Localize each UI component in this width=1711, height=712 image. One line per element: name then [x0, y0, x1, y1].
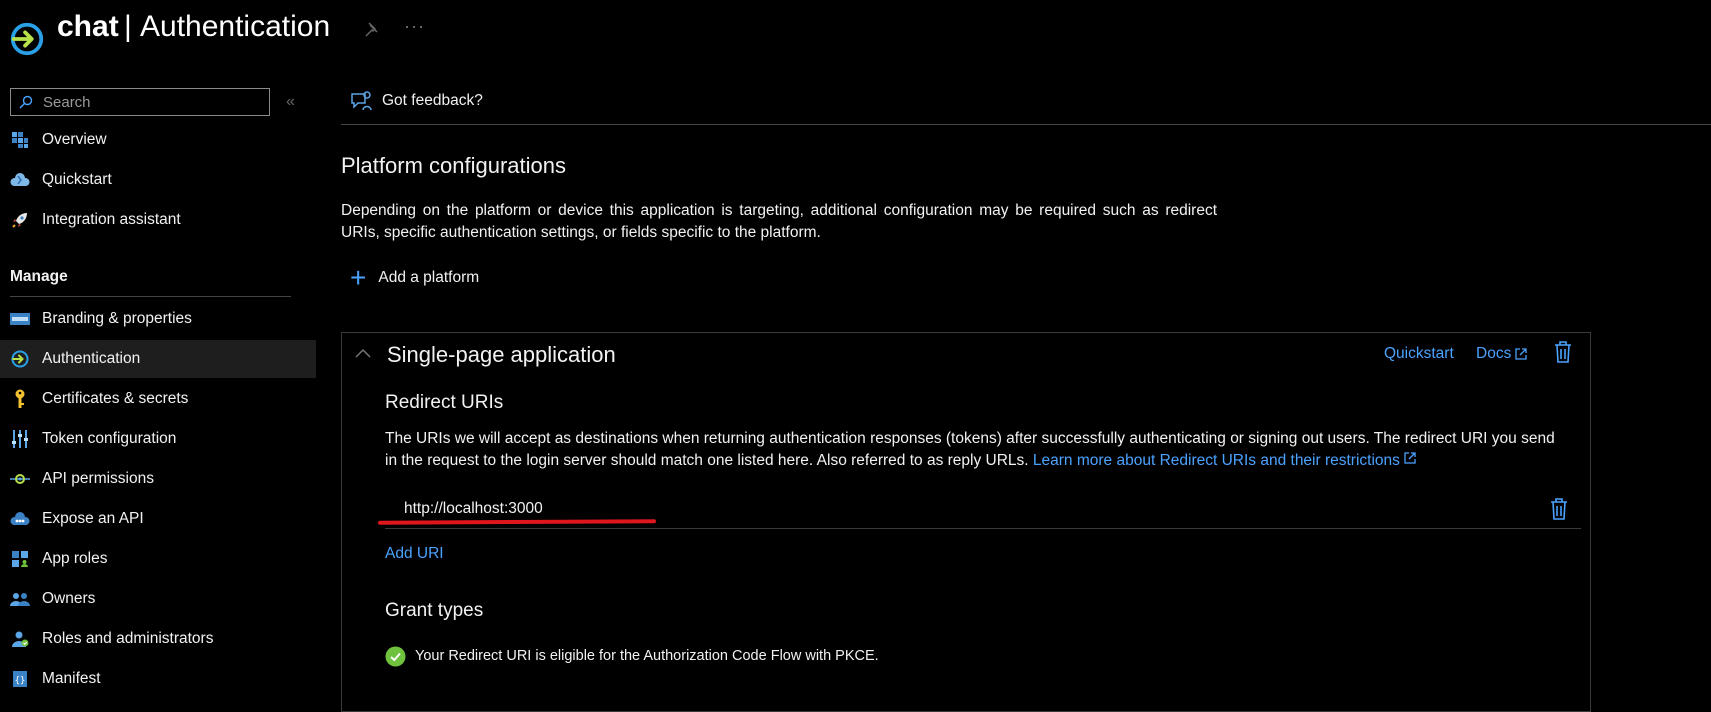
redirect-uri-value[interactable]: http://localhost:3000 — [404, 500, 543, 518]
sidebar-item-label: Quickstart — [42, 171, 112, 188]
sidebar-item-integration-assistant[interactable]: Integration assistant — [0, 201, 316, 239]
sidebar-item-quickstart[interactable]: Quickstart — [0, 161, 316, 199]
title-separator: | — [124, 10, 132, 43]
sidebar-item-label: Owners — [42, 590, 96, 607]
sidebar-item-owners[interactable]: Owners — [0, 580, 316, 618]
sliders-icon — [10, 429, 30, 449]
key-icon — [10, 389, 30, 409]
add-platform-label: Add a platform — [378, 269, 480, 286]
rocket-icon — [10, 210, 30, 230]
platform-title: Single-page application — [387, 342, 616, 367]
add-uri-link[interactable]: Add URI — [385, 545, 444, 563]
pin-icon[interactable] — [362, 20, 382, 40]
plus-icon: + — [350, 262, 367, 293]
learn-more-label: Learn more about Redirect URIs and their… — [1032, 452, 1400, 469]
section-title: Platform configurations — [341, 153, 566, 178]
sidebar-item-api-permissions[interactable]: API permissions — [0, 460, 316, 498]
sidebar-item-label: API permissions — [42, 470, 154, 487]
sidebar-item-certificates[interactable]: Certificates & secrets — [0, 380, 316, 418]
sidebar-search[interactable] — [10, 88, 270, 116]
external-link-icon — [1404, 452, 1416, 464]
svg-text:{}: {} — [15, 676, 26, 686]
app-registration-icon — [10, 22, 44, 56]
sidebar-item-label: Manifest — [42, 670, 101, 687]
divider — [10, 296, 291, 297]
sidebar-item-overview[interactable]: Overview — [0, 121, 316, 159]
app-name: chat — [57, 10, 119, 43]
feedback-button[interactable]: Got feedback? — [350, 90, 483, 112]
app-roles-icon — [10, 549, 30, 569]
docs-label: Docs — [1476, 345, 1512, 362]
divider — [341, 124, 1711, 125]
sidebar-item-manifest[interactable]: {} Manifest — [0, 660, 316, 698]
redirect-learn-more-link[interactable]: Learn more about Redirect URIs and their… — [1033, 452, 1417, 469]
sidebar-item-app-roles[interactable]: App roles — [0, 540, 316, 578]
sidebar-item-label: Expose an API — [42, 510, 144, 527]
chevron-up-icon[interactable] — [354, 346, 372, 360]
sidebar-item-label: Authentication — [42, 350, 141, 367]
sidebar-item-label: Branding & properties — [42, 310, 192, 327]
search-icon — [19, 95, 33, 109]
manifest-icon: {} — [10, 669, 30, 689]
sidebar-item-roles-administrators[interactable]: Roles and administrators — [0, 620, 316, 658]
redirect-uris-title: Redirect URIs — [385, 392, 504, 413]
section-description: Depending on the platform or device this… — [341, 202, 1217, 241]
grant-eligibility-text: Your Redirect URI is eligible for the Au… — [415, 648, 879, 664]
external-link-icon — [1515, 348, 1527, 360]
sidebar-item-label: Certificates & secrets — [42, 390, 189, 407]
feedback-icon — [351, 91, 372, 111]
feedback-label: Got feedback? — [382, 92, 483, 109]
admin-icon — [10, 629, 30, 649]
cloud-api-icon — [10, 509, 30, 529]
page-title: Authentication — [140, 10, 331, 43]
sidebar-item-label: Overview — [42, 131, 107, 148]
platform-quickstart-link[interactable]: Quickstart — [1384, 345, 1454, 363]
redirect-uris-description: The URIs we will accept as destinations … — [385, 428, 1565, 472]
cloud-icon — [10, 170, 30, 190]
search-input[interactable] — [41, 92, 265, 112]
grant-types-title: Grant types — [385, 600, 484, 621]
checkmark-circle-icon — [385, 646, 406, 667]
sidebar-item-label: Token configuration — [42, 430, 177, 447]
delete-platform-icon[interactable] — [1552, 340, 1574, 364]
divider — [385, 528, 1581, 529]
delete-uri-icon[interactable] — [1548, 497, 1570, 521]
users-icon — [10, 589, 30, 609]
api-icon — [10, 469, 30, 489]
branding-icon — [10, 309, 30, 329]
platform-docs-link[interactable]: Docs — [1476, 345, 1528, 363]
sidebar-item-label: App roles — [42, 550, 108, 567]
sidebar-item-branding[interactable]: Branding & properties — [0, 300, 316, 338]
sidebar-item-token-configuration[interactable]: Token configuration — [0, 420, 316, 458]
sidebar-item-expose-api[interactable]: Expose an API — [0, 500, 316, 538]
grid-icon — [10, 130, 30, 150]
sidebar-item-label: Roles and administrators — [42, 630, 214, 647]
manage-section-label: Manage — [10, 268, 68, 285]
sidebar-item-label: Integration assistant — [42, 211, 181, 228]
add-platform-button[interactable]: + Add a platform — [350, 262, 480, 293]
more-options-icon[interactable]: ··· — [404, 16, 425, 37]
authentication-icon — [10, 349, 30, 369]
sidebar-item-authentication[interactable]: Authentication — [0, 340, 316, 378]
collapse-sidebar-icon[interactable]: « — [286, 93, 295, 111]
